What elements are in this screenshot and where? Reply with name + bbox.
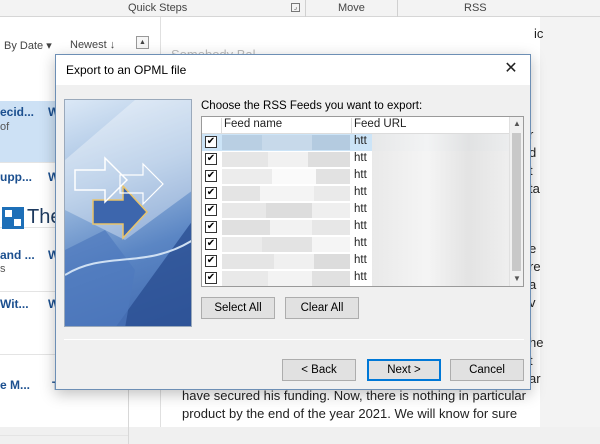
column-header-feed-url[interactable]: Feed URL — [351, 118, 509, 133]
scroll-up-arrow-icon[interactable]: ▲ — [136, 36, 149, 49]
dialog-launcher-icon[interactable]: ⌟ — [291, 3, 300, 12]
sort-order-label: Newest — [70, 39, 107, 51]
message-body: have secured his funding. Now, there is … — [182, 388, 526, 421]
ribbon-group-quick-steps: Quick Steps — [128, 2, 188, 14]
wizard-banner-image — [64, 99, 192, 327]
feed-name-redacted — [222, 169, 350, 184]
ribbon-group-move: Move — [338, 2, 365, 14]
mail-sender: Wit... — [0, 297, 29, 311]
feed-name-redacted — [222, 220, 350, 235]
body-text-fragment: ic — [534, 26, 544, 41]
feed-checkbox[interactable]: ✔ — [205, 238, 217, 250]
scroll-up-icon[interactable]: ▲ — [510, 117, 523, 131]
feed-name-redacted — [222, 237, 350, 252]
mail-sender: and ... — [0, 248, 35, 262]
column-header-feed-name[interactable]: Feed name — [221, 118, 351, 133]
export-opml-dialog: Export to an OPML file ✕ Choose the RSS … — [55, 54, 531, 390]
back-button[interactable]: < Back — [282, 359, 356, 381]
mail-preview: s — [0, 263, 6, 275]
feed-name-redacted — [222, 254, 350, 269]
feed-checkbox[interactable]: ✔ — [205, 204, 217, 216]
sort-by-dropdown[interactable]: By Date ▾ — [4, 40, 52, 52]
windows-club-logo-icon — [2, 206, 24, 229]
feed-name-redacted — [222, 152, 350, 167]
dialog-titlebar: Export to an OPML file ✕ — [56, 55, 530, 85]
next-button[interactable]: Next > — [367, 359, 441, 381]
sort-by-label: By Date — [4, 40, 44, 52]
mail-preview: of — [0, 121, 10, 133]
feed-checkbox[interactable]: ✔ — [205, 272, 217, 284]
feed-url-redaction — [372, 134, 510, 286]
body-text-fragment: he — [529, 335, 544, 350]
ribbon-separator — [397, 0, 398, 17]
dialog-title: Export to an OPML file — [66, 63, 187, 77]
wizard-arrows-graphic — [65, 100, 191, 326]
ribbon-separator — [305, 0, 306, 17]
listbox-header: Feed name Feed URL — [202, 117, 510, 134]
feed-name-redacted — [222, 135, 350, 150]
right-panel — [540, 17, 600, 427]
close-icon[interactable]: ✕ — [500, 58, 522, 80]
feed-checkbox[interactable]: ✔ — [205, 136, 217, 148]
scroll-down-icon[interactable]: ▼ — [510, 272, 523, 286]
feed-checkbox[interactable]: ✔ — [205, 187, 217, 199]
scrollbar-thumb[interactable] — [512, 133, 521, 271]
feed-name-redacted — [222, 271, 350, 286]
listbox-scrollbar[interactable]: ▲ ▼ — [509, 117, 523, 286]
mail-sender: upp... — [0, 170, 32, 184]
feed-checkbox[interactable]: ✔ — [205, 153, 217, 165]
sort-order-toggle[interactable]: Newest ↓ — [70, 39, 140, 51]
ribbon-group-labels: Quick Steps ⌟ Move RSS — [0, 0, 600, 17]
select-all-button[interactable]: Select All — [201, 297, 275, 319]
feed-checkbox[interactable]: ✔ — [205, 170, 217, 182]
dialog-divider — [64, 339, 524, 340]
feed-name-redacted — [222, 186, 350, 201]
feeds-listbox[interactable]: Feed name Feed URL ✔ htt ✔ htt ✔ htt ✔ h… — [201, 116, 524, 287]
mail-sender: e M... — [0, 378, 31, 392]
feed-name-redacted — [222, 203, 350, 218]
feeds-prompt: Choose the RSS Feeds you want to export: — [201, 100, 423, 112]
feed-checkbox[interactable]: ✔ — [205, 221, 217, 233]
feed-checkbox[interactable]: ✔ — [205, 255, 217, 267]
mail-sender: ecid... — [0, 105, 35, 119]
cancel-button[interactable]: Cancel — [450, 359, 524, 381]
sort-bar: By Date ▾ Newest ↓ — [4, 39, 115, 52]
ribbon-group-rss: RSS — [464, 2, 487, 14]
clear-all-button[interactable]: Clear All — [285, 297, 359, 319]
